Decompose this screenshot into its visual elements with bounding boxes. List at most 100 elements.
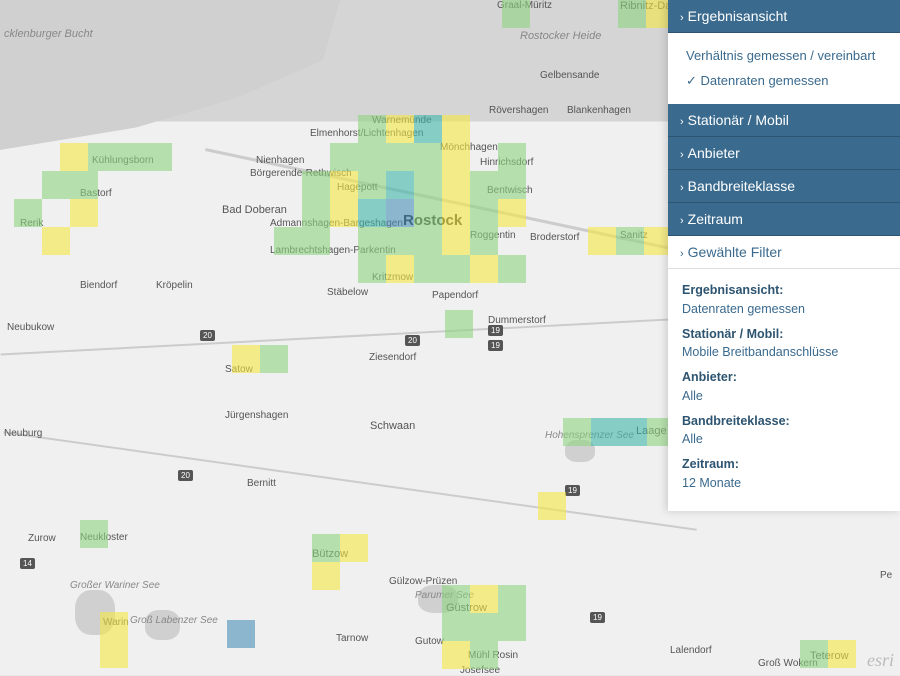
road-shield: 19 bbox=[488, 325, 503, 336]
section-label: Stationär / Mobil bbox=[688, 112, 789, 128]
data-cell[interactable] bbox=[442, 227, 470, 255]
data-cell[interactable] bbox=[619, 418, 647, 446]
data-cell[interactable] bbox=[386, 199, 414, 227]
data-cell[interactable] bbox=[358, 171, 386, 199]
data-cell[interactable] bbox=[358, 199, 386, 227]
data-cell[interactable] bbox=[563, 418, 591, 446]
data-cell[interactable] bbox=[330, 143, 358, 171]
data-cell[interactable] bbox=[232, 345, 260, 373]
data-cell[interactable] bbox=[88, 143, 116, 171]
data-cell[interactable] bbox=[260, 345, 288, 373]
data-cell[interactable] bbox=[498, 585, 526, 613]
chevron-right-icon: › bbox=[680, 116, 684, 128]
data-cell[interactable] bbox=[442, 115, 470, 143]
data-cell[interactable] bbox=[498, 613, 526, 641]
data-cell[interactable] bbox=[358, 143, 386, 171]
data-cell[interactable] bbox=[302, 171, 330, 199]
section-label: Anbieter bbox=[688, 145, 740, 161]
place-label: Gutow bbox=[415, 636, 444, 647]
data-cell[interactable] bbox=[100, 640, 128, 668]
chevron-right-icon: › bbox=[680, 12, 684, 24]
data-cell[interactable] bbox=[828, 640, 856, 668]
data-cell[interactable] bbox=[498, 143, 526, 171]
data-cell[interactable] bbox=[618, 0, 646, 28]
place-label: Broderstorf bbox=[530, 232, 579, 243]
data-cell[interactable] bbox=[386, 171, 414, 199]
data-cell[interactable] bbox=[442, 255, 470, 283]
data-cell[interactable] bbox=[227, 620, 255, 648]
data-cell[interactable] bbox=[442, 613, 470, 641]
data-cell[interactable] bbox=[616, 227, 644, 255]
road-shield: 19 bbox=[488, 340, 503, 351]
data-cell[interactable] bbox=[442, 585, 470, 613]
data-cell[interactable] bbox=[414, 227, 442, 255]
data-cell[interactable] bbox=[591, 418, 619, 446]
data-cell[interactable] bbox=[340, 534, 368, 562]
place-label: Blankenhagen bbox=[567, 105, 631, 116]
data-cell[interactable] bbox=[470, 255, 498, 283]
section-zeitraum[interactable]: ›Zeitraum bbox=[668, 203, 900, 236]
data-cell[interactable] bbox=[414, 199, 442, 227]
data-cell[interactable] bbox=[442, 143, 470, 171]
data-cell[interactable] bbox=[42, 227, 70, 255]
data-cell[interactable] bbox=[386, 115, 414, 143]
summary-value: Alle bbox=[682, 387, 886, 406]
data-cell[interactable] bbox=[80, 520, 108, 548]
data-cell[interactable] bbox=[498, 171, 526, 199]
data-cell[interactable] bbox=[386, 143, 414, 171]
data-cell[interactable] bbox=[470, 199, 498, 227]
place-label: Ziesendorf bbox=[369, 352, 416, 363]
section-ergebnisansicht[interactable]: ›Ergebnisansicht bbox=[668, 0, 900, 33]
section-label: Bandbreiteklasse bbox=[688, 178, 795, 194]
data-cell[interactable] bbox=[498, 199, 526, 227]
data-cell[interactable] bbox=[330, 171, 358, 199]
data-cell[interactable] bbox=[144, 143, 172, 171]
data-cell[interactable] bbox=[70, 199, 98, 227]
data-cell[interactable] bbox=[800, 640, 828, 668]
data-cell[interactable] bbox=[70, 171, 98, 199]
data-cell[interactable] bbox=[502, 0, 530, 28]
data-cell[interactable] bbox=[442, 641, 470, 669]
data-cell[interactable] bbox=[470, 171, 498, 199]
data-cell[interactable] bbox=[442, 199, 470, 227]
data-cell[interactable] bbox=[588, 227, 616, 255]
summary-label: Ergebnisansicht: bbox=[682, 281, 886, 300]
data-cell[interactable] bbox=[414, 143, 442, 171]
data-cell[interactable] bbox=[358, 227, 386, 255]
summary-label: Zeitraum: bbox=[682, 455, 886, 474]
data-cell[interactable] bbox=[358, 115, 386, 143]
data-cell[interactable] bbox=[116, 143, 144, 171]
section-filter[interactable]: ›Gewählte Filter bbox=[668, 236, 900, 269]
data-cell[interactable] bbox=[470, 641, 498, 669]
data-cell[interactable] bbox=[14, 199, 42, 227]
data-cell[interactable] bbox=[470, 227, 498, 255]
data-cell[interactable] bbox=[470, 585, 498, 613]
place-label: Kröpelin bbox=[156, 280, 193, 291]
option-measured[interactable]: Datenraten gemessen bbox=[686, 68, 882, 94]
data-cell[interactable] bbox=[302, 199, 330, 227]
option-ratio[interactable]: Verhältnis gemessen / vereinbart bbox=[686, 43, 882, 68]
data-cell[interactable] bbox=[100, 612, 128, 640]
data-cell[interactable] bbox=[414, 171, 442, 199]
section-anbieter[interactable]: ›Anbieter bbox=[668, 137, 900, 170]
data-cell[interactable] bbox=[470, 613, 498, 641]
data-cell[interactable] bbox=[358, 255, 386, 283]
data-cell[interactable] bbox=[274, 227, 302, 255]
place-label: Bad Doberan bbox=[222, 204, 287, 216]
section-stationaer[interactable]: › Stationär / Mobil bbox=[668, 104, 900, 137]
data-cell[interactable] bbox=[386, 255, 414, 283]
data-cell[interactable] bbox=[312, 562, 340, 590]
data-cell[interactable] bbox=[445, 310, 473, 338]
data-cell[interactable] bbox=[386, 227, 414, 255]
data-cell[interactable] bbox=[312, 534, 340, 562]
data-cell[interactable] bbox=[538, 492, 566, 520]
data-cell[interactable] bbox=[414, 255, 442, 283]
data-cell[interactable] bbox=[414, 115, 442, 143]
data-cell[interactable] bbox=[302, 227, 330, 255]
data-cell[interactable] bbox=[442, 171, 470, 199]
data-cell[interactable] bbox=[60, 143, 88, 171]
data-cell[interactable] bbox=[42, 171, 70, 199]
data-cell[interactable] bbox=[330, 199, 358, 227]
data-cell[interactable] bbox=[498, 255, 526, 283]
section-bandbreite[interactable]: ›Bandbreiteklasse bbox=[668, 170, 900, 203]
